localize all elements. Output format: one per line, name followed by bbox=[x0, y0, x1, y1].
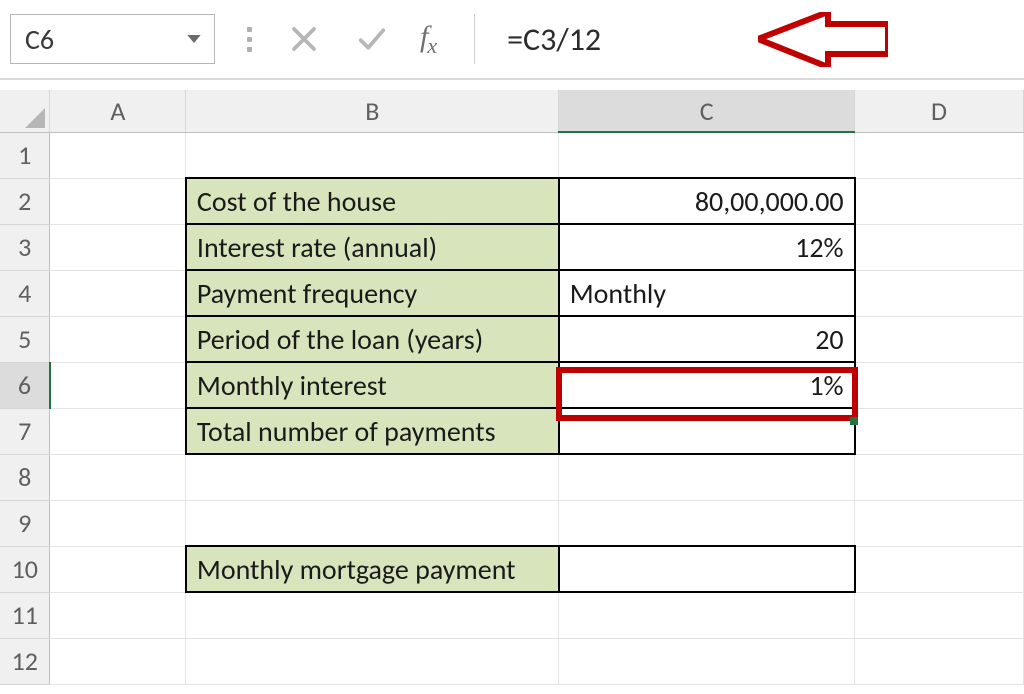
cell-D11[interactable] bbox=[855, 592, 1024, 638]
cell-C8[interactable] bbox=[559, 454, 855, 500]
cancel-formula-icon[interactable] bbox=[284, 19, 324, 59]
cell-C12[interactable] bbox=[559, 638, 855, 684]
row-header-3[interactable]: 3 bbox=[0, 224, 50, 270]
cell-A9[interactable] bbox=[50, 500, 186, 546]
insert-function-icon[interactable]: fx bbox=[420, 20, 436, 59]
row-header-5[interactable]: 5 bbox=[0, 316, 50, 362]
row-header-9[interactable]: 9 bbox=[0, 500, 50, 546]
cell-A12[interactable] bbox=[50, 638, 186, 684]
cell-A6[interactable] bbox=[50, 362, 186, 408]
cell-B6[interactable]: Monthly interest bbox=[186, 362, 559, 408]
cell-C5[interactable]: 20 bbox=[559, 316, 855, 362]
cell-D2[interactable] bbox=[855, 178, 1024, 224]
row-header-1[interactable]: 1 bbox=[0, 132, 50, 178]
formula-bar: C6 fx =C3/12 bbox=[0, 0, 1024, 80]
cell-D7[interactable] bbox=[855, 408, 1024, 454]
cell-B8[interactable] bbox=[186, 454, 559, 500]
name-box-value: C6 bbox=[25, 22, 54, 57]
formula-text: =C3/12 bbox=[507, 20, 601, 59]
row-header-6[interactable]: 6 bbox=[0, 362, 50, 408]
cell-D8[interactable] bbox=[855, 454, 1024, 500]
column-header-row: A B C D bbox=[0, 90, 1024, 132]
cell-C4[interactable]: Monthly bbox=[559, 270, 855, 316]
spreadsheet-grid[interactable]: A B C D 1 2 Cost of the house 80,00,000.… bbox=[0, 90, 1024, 685]
cell-C9[interactable] bbox=[559, 500, 855, 546]
cell-D1[interactable] bbox=[855, 132, 1024, 178]
cell-B4[interactable]: Payment frequency bbox=[186, 270, 559, 316]
cell-B9[interactable] bbox=[186, 500, 559, 546]
cell-B2[interactable]: Cost of the house bbox=[186, 178, 559, 224]
cell-A2[interactable] bbox=[50, 178, 186, 224]
cell-B10[interactable]: Monthly mortgage payment bbox=[186, 546, 559, 592]
cell-C2[interactable]: 80,00,000.00 bbox=[559, 178, 855, 224]
cell-B5[interactable]: Period of the loan (years) bbox=[186, 316, 559, 362]
col-header-B[interactable]: B bbox=[186, 90, 559, 132]
cell-A8[interactable] bbox=[50, 454, 186, 500]
cell-D9[interactable] bbox=[855, 500, 1024, 546]
cell-B1[interactable] bbox=[186, 132, 559, 178]
cell-B7[interactable]: Total number of payments bbox=[186, 408, 559, 454]
cell-D12[interactable] bbox=[855, 638, 1024, 684]
cell-C10[interactable] bbox=[559, 546, 855, 592]
row-header-10[interactable]: 10 bbox=[0, 546, 50, 592]
select-all-corner[interactable] bbox=[0, 90, 50, 132]
cell-C11[interactable] bbox=[559, 592, 855, 638]
formula-bar-grip-icon bbox=[243, 27, 256, 52]
row-header-2[interactable]: 2 bbox=[0, 178, 50, 224]
cell-B11[interactable] bbox=[186, 592, 559, 638]
formula-bar-controls: fx bbox=[243, 14, 485, 64]
row-header-4[interactable]: 4 bbox=[0, 270, 50, 316]
cell-D4[interactable] bbox=[855, 270, 1024, 316]
col-header-D[interactable]: D bbox=[855, 90, 1024, 132]
cell-B12[interactable] bbox=[186, 638, 559, 684]
cell-A11[interactable] bbox=[50, 592, 186, 638]
cell-D6[interactable] bbox=[855, 362, 1024, 408]
cell-B3[interactable]: Interest rate (annual) bbox=[186, 224, 559, 270]
cell-A3[interactable] bbox=[50, 224, 186, 270]
cell-C1[interactable] bbox=[559, 132, 855, 178]
enter-formula-icon[interactable] bbox=[352, 19, 392, 59]
cell-A4[interactable] bbox=[50, 270, 186, 316]
formula-bar-divider bbox=[474, 14, 475, 64]
cell-C7[interactable] bbox=[559, 408, 855, 454]
name-box[interactable]: C6 bbox=[10, 14, 215, 64]
cell-C6[interactable]: 1% bbox=[559, 362, 855, 408]
cell-A5[interactable] bbox=[50, 316, 186, 362]
cell-A10[interactable] bbox=[50, 546, 186, 592]
row-header-8[interactable]: 8 bbox=[0, 454, 50, 500]
name-box-dropdown-icon[interactable] bbox=[180, 15, 208, 63]
col-header-C[interactable]: C bbox=[559, 90, 855, 132]
cell-D5[interactable] bbox=[855, 316, 1024, 362]
row-header-12[interactable]: 12 bbox=[0, 638, 50, 684]
formula-input[interactable]: =C3/12 bbox=[507, 14, 1024, 64]
cell-A7[interactable] bbox=[50, 408, 186, 454]
cell-D3[interactable] bbox=[855, 224, 1024, 270]
cell-C3[interactable]: 12% bbox=[559, 224, 855, 270]
cell-D10[interactable] bbox=[855, 546, 1024, 592]
row-header-7[interactable]: 7 bbox=[0, 408, 50, 454]
cell-A1[interactable] bbox=[50, 132, 186, 178]
col-header-A[interactable]: A bbox=[50, 90, 186, 132]
row-header-11[interactable]: 11 bbox=[0, 592, 50, 638]
